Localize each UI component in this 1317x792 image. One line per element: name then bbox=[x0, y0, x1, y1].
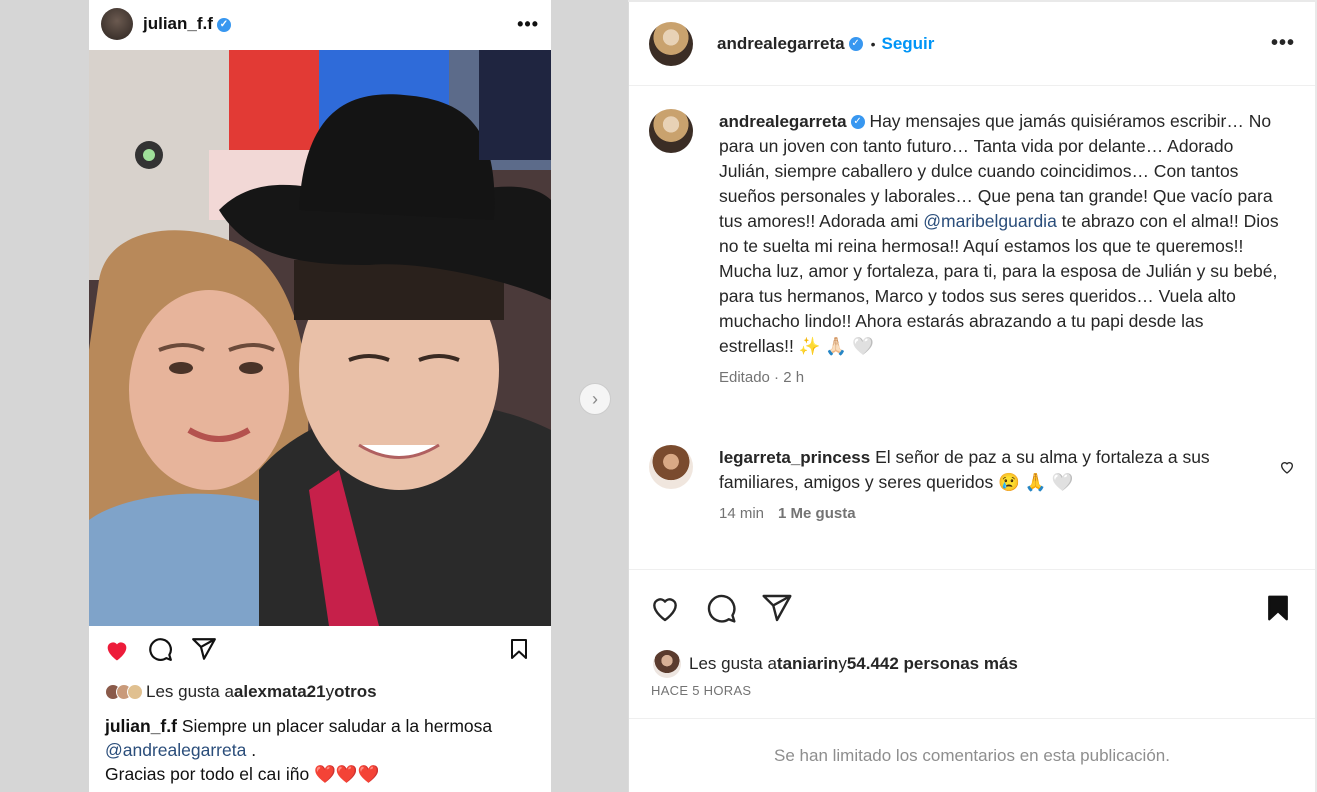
likes-count-link[interactable]: 54.442 personas más bbox=[847, 654, 1018, 674]
likes-join: y bbox=[838, 654, 847, 673]
post-header: andrealegarreta ✓ • Seguir ••• bbox=[629, 2, 1315, 86]
author-username[interactable]: andrealegarreta bbox=[717, 34, 845, 54]
share-icon bbox=[192, 638, 216, 660]
follow-button[interactable]: Seguir bbox=[881, 34, 934, 54]
author-avatar[interactable] bbox=[649, 21, 693, 66]
embedded-caption: julian_f.f Siempre un placer saludar a l… bbox=[105, 714, 535, 786]
chevron-right-icon: › bbox=[592, 388, 598, 409]
caption-comment: andrealegarreta ✓ Hay mensajes que jamás … bbox=[649, 109, 1279, 390]
likes-user-link[interactable]: taniarin bbox=[777, 654, 838, 674]
selfie-photo bbox=[89, 50, 551, 626]
comments-section[interactable]: andrealegarreta ✓ Hay mensajes que jamás … bbox=[629, 87, 1315, 569]
caption-user: julian_f.f bbox=[105, 716, 177, 736]
comments-limited-notice: Se han limitado los comentarios en esta … bbox=[629, 718, 1315, 792]
post-actions bbox=[649, 592, 1299, 626]
caption-after: . bbox=[246, 740, 257, 760]
comment-icon bbox=[149, 638, 172, 661]
embedded-actions bbox=[103, 636, 537, 668]
verified-icon: ✓ bbox=[216, 17, 231, 32]
comment-icon[interactable] bbox=[705, 592, 737, 624]
next-media-button[interactable]: › bbox=[579, 383, 611, 415]
caption-mention-link[interactable]: @maribelguardia bbox=[923, 211, 1057, 231]
separator-dot: • bbox=[870, 35, 876, 52]
embedded-likes: Les gusta a alexmata21 y otros bbox=[105, 682, 377, 702]
likes-prefix: Les gusta a bbox=[146, 682, 234, 701]
bookmark-filled-icon[interactable] bbox=[1263, 592, 1293, 624]
caption-meta: Editado · 2 h bbox=[719, 369, 805, 386]
comment-like-heart-icon[interactable] bbox=[1279, 459, 1295, 475]
divider bbox=[629, 569, 1315, 570]
caption-body: andrealegarreta ✓ Hay mensajes que jamás … bbox=[719, 109, 1279, 390]
verified-icon: ✓ bbox=[848, 36, 863, 51]
comment-likes[interactable]: 1 Me gusta bbox=[778, 505, 856, 522]
comment-body: legarreta_princess El señor de paz a su … bbox=[719, 445, 1259, 526]
post-timestamp: HACE 5 HORAS bbox=[651, 683, 752, 698]
likes-join: y bbox=[325, 682, 335, 701]
likes-prefix: Les gusta a bbox=[689, 654, 777, 673]
share-icon[interactable] bbox=[761, 592, 793, 624]
post-side-panel: andrealegarreta ✓ • Seguir ••• andrealeg… bbox=[628, 2, 1315, 792]
like-heart-icon[interactable] bbox=[649, 592, 681, 624]
comment-meta: 14 min 1 Me gusta bbox=[719, 501, 1259, 526]
caption-text-continued: te abrazo con el alma!! Dios no te suelt… bbox=[719, 211, 1279, 356]
commenter-username[interactable]: legarreta_princess bbox=[719, 448, 870, 467]
more-icon: ••• bbox=[517, 13, 539, 34]
embedded-post-screenshot: julian_f.f ✓ ••• Les gusta a alexmata21 … bbox=[89, 0, 551, 792]
embedded-username: julian_f.f ✓ bbox=[143, 14, 231, 34]
avatar bbox=[101, 8, 133, 40]
liker-avatars bbox=[105, 684, 143, 700]
comment-time: 14 min bbox=[719, 505, 765, 522]
caption-line3: Gracias por todo el caı iño ❤️❤️❤️ bbox=[105, 764, 380, 784]
likes-suffix: otros bbox=[334, 682, 377, 701]
likes-summary: Les gusta a taniarin y 54.442 personas m… bbox=[653, 650, 1018, 678]
likes-user: alexmata21 bbox=[233, 682, 326, 701]
comment-item: legarreta_princess El señor de paz a su … bbox=[649, 445, 1259, 526]
post-media: julian_f.f ✓ ••• Les gusta a alexmata21 … bbox=[0, 0, 628, 792]
heart-filled-icon bbox=[107, 642, 127, 661]
embedded-post-header: julian_f.f ✓ ••• bbox=[89, 0, 551, 48]
more-options-icon[interactable]: ••• bbox=[1271, 32, 1295, 55]
commenter-avatar[interactable] bbox=[649, 445, 693, 489]
caption-text: Siempre un placer saludar a la hermosa bbox=[176, 716, 493, 736]
post-photo bbox=[89, 50, 551, 626]
caption-username[interactable]: andrealegarreta bbox=[719, 112, 847, 131]
limited-text: Se han limitado los comentarios en esta … bbox=[774, 745, 1170, 765]
caption-mention: @andrealegarreta bbox=[105, 740, 247, 760]
bookmark-icon bbox=[511, 639, 527, 659]
verified-icon: ✓ bbox=[850, 115, 865, 130]
liker-avatar[interactable] bbox=[653, 650, 681, 678]
author-avatar[interactable] bbox=[649, 109, 693, 153]
